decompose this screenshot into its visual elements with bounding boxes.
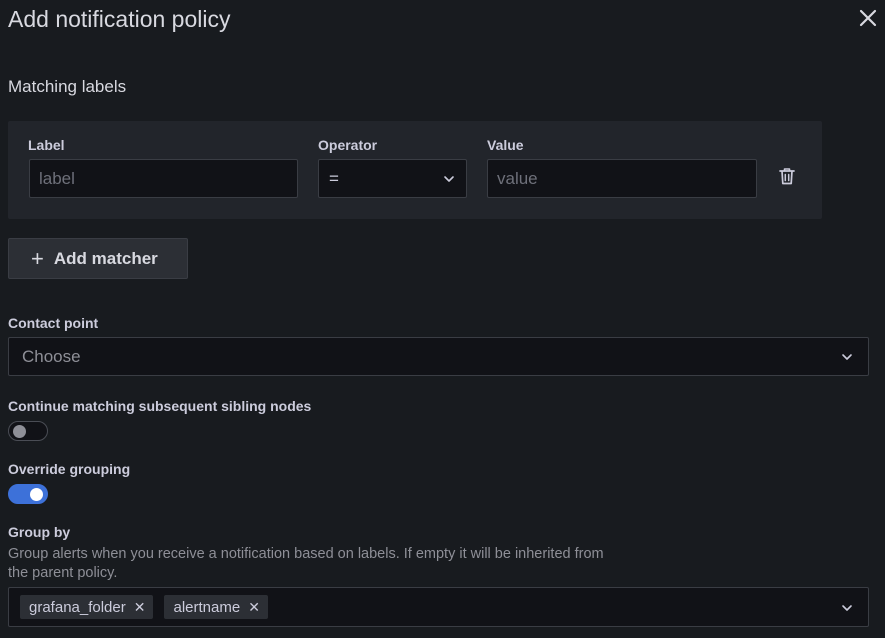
label-header: Label <box>28 137 65 153</box>
trash-icon[interactable] <box>778 166 796 186</box>
contact-point-select[interactable]: Choose <box>8 337 869 376</box>
group-by-label: Group by <box>8 524 71 540</box>
operator-select[interactable]: = <box>318 159 467 198</box>
toggle-knob <box>13 425 26 438</box>
plus-icon: + <box>31 245 44 271</box>
tag-label: grafana_folder <box>29 598 126 616</box>
matching-labels-title: Matching labels <box>8 77 127 96</box>
chevron-down-icon <box>842 353 852 360</box>
drawer-title: Add notification policy <box>8 6 231 32</box>
add-matcher-label: Add matcher <box>53 248 158 268</box>
contact-point-placeholder: Choose <box>22 346 81 366</box>
label-input[interactable] <box>29 159 298 198</box>
group-by-tag: alertname ✕ <box>164 595 268 619</box>
toggle-knob <box>30 488 43 501</box>
value-input[interactable] <box>487 159 757 198</box>
group-by-tag: grafana_folder ✕ <box>20 595 154 619</box>
continue-matching-label: Continue matching subsequent sibling nod… <box>8 398 312 414</box>
add-matcher-button[interactable]: + Add matcher <box>8 238 188 279</box>
chevron-down-icon <box>444 175 454 182</box>
remove-tag-icon[interactable]: ✕ <box>248 599 260 616</box>
operator-value: = <box>329 168 339 188</box>
override-grouping-label: Override grouping <box>8 461 131 477</box>
value-header: Value <box>487 137 524 153</box>
operator-header: Operator <box>318 137 378 153</box>
contact-point-label: Contact point <box>8 315 99 331</box>
group-by-description: Group alerts when you receive a notifica… <box>8 546 604 581</box>
remove-tag-icon[interactable]: ✕ <box>134 599 146 616</box>
chevron-down-icon <box>842 605 852 611</box>
group-by-select[interactable]: grafana_folder ✕ alertname ✕ <box>8 587 869 627</box>
continue-matching-toggle[interactable] <box>8 421 48 441</box>
tag-label: alertname <box>173 598 241 616</box>
override-grouping-toggle[interactable] <box>8 484 48 504</box>
close-icon[interactable] <box>856 6 880 30</box>
